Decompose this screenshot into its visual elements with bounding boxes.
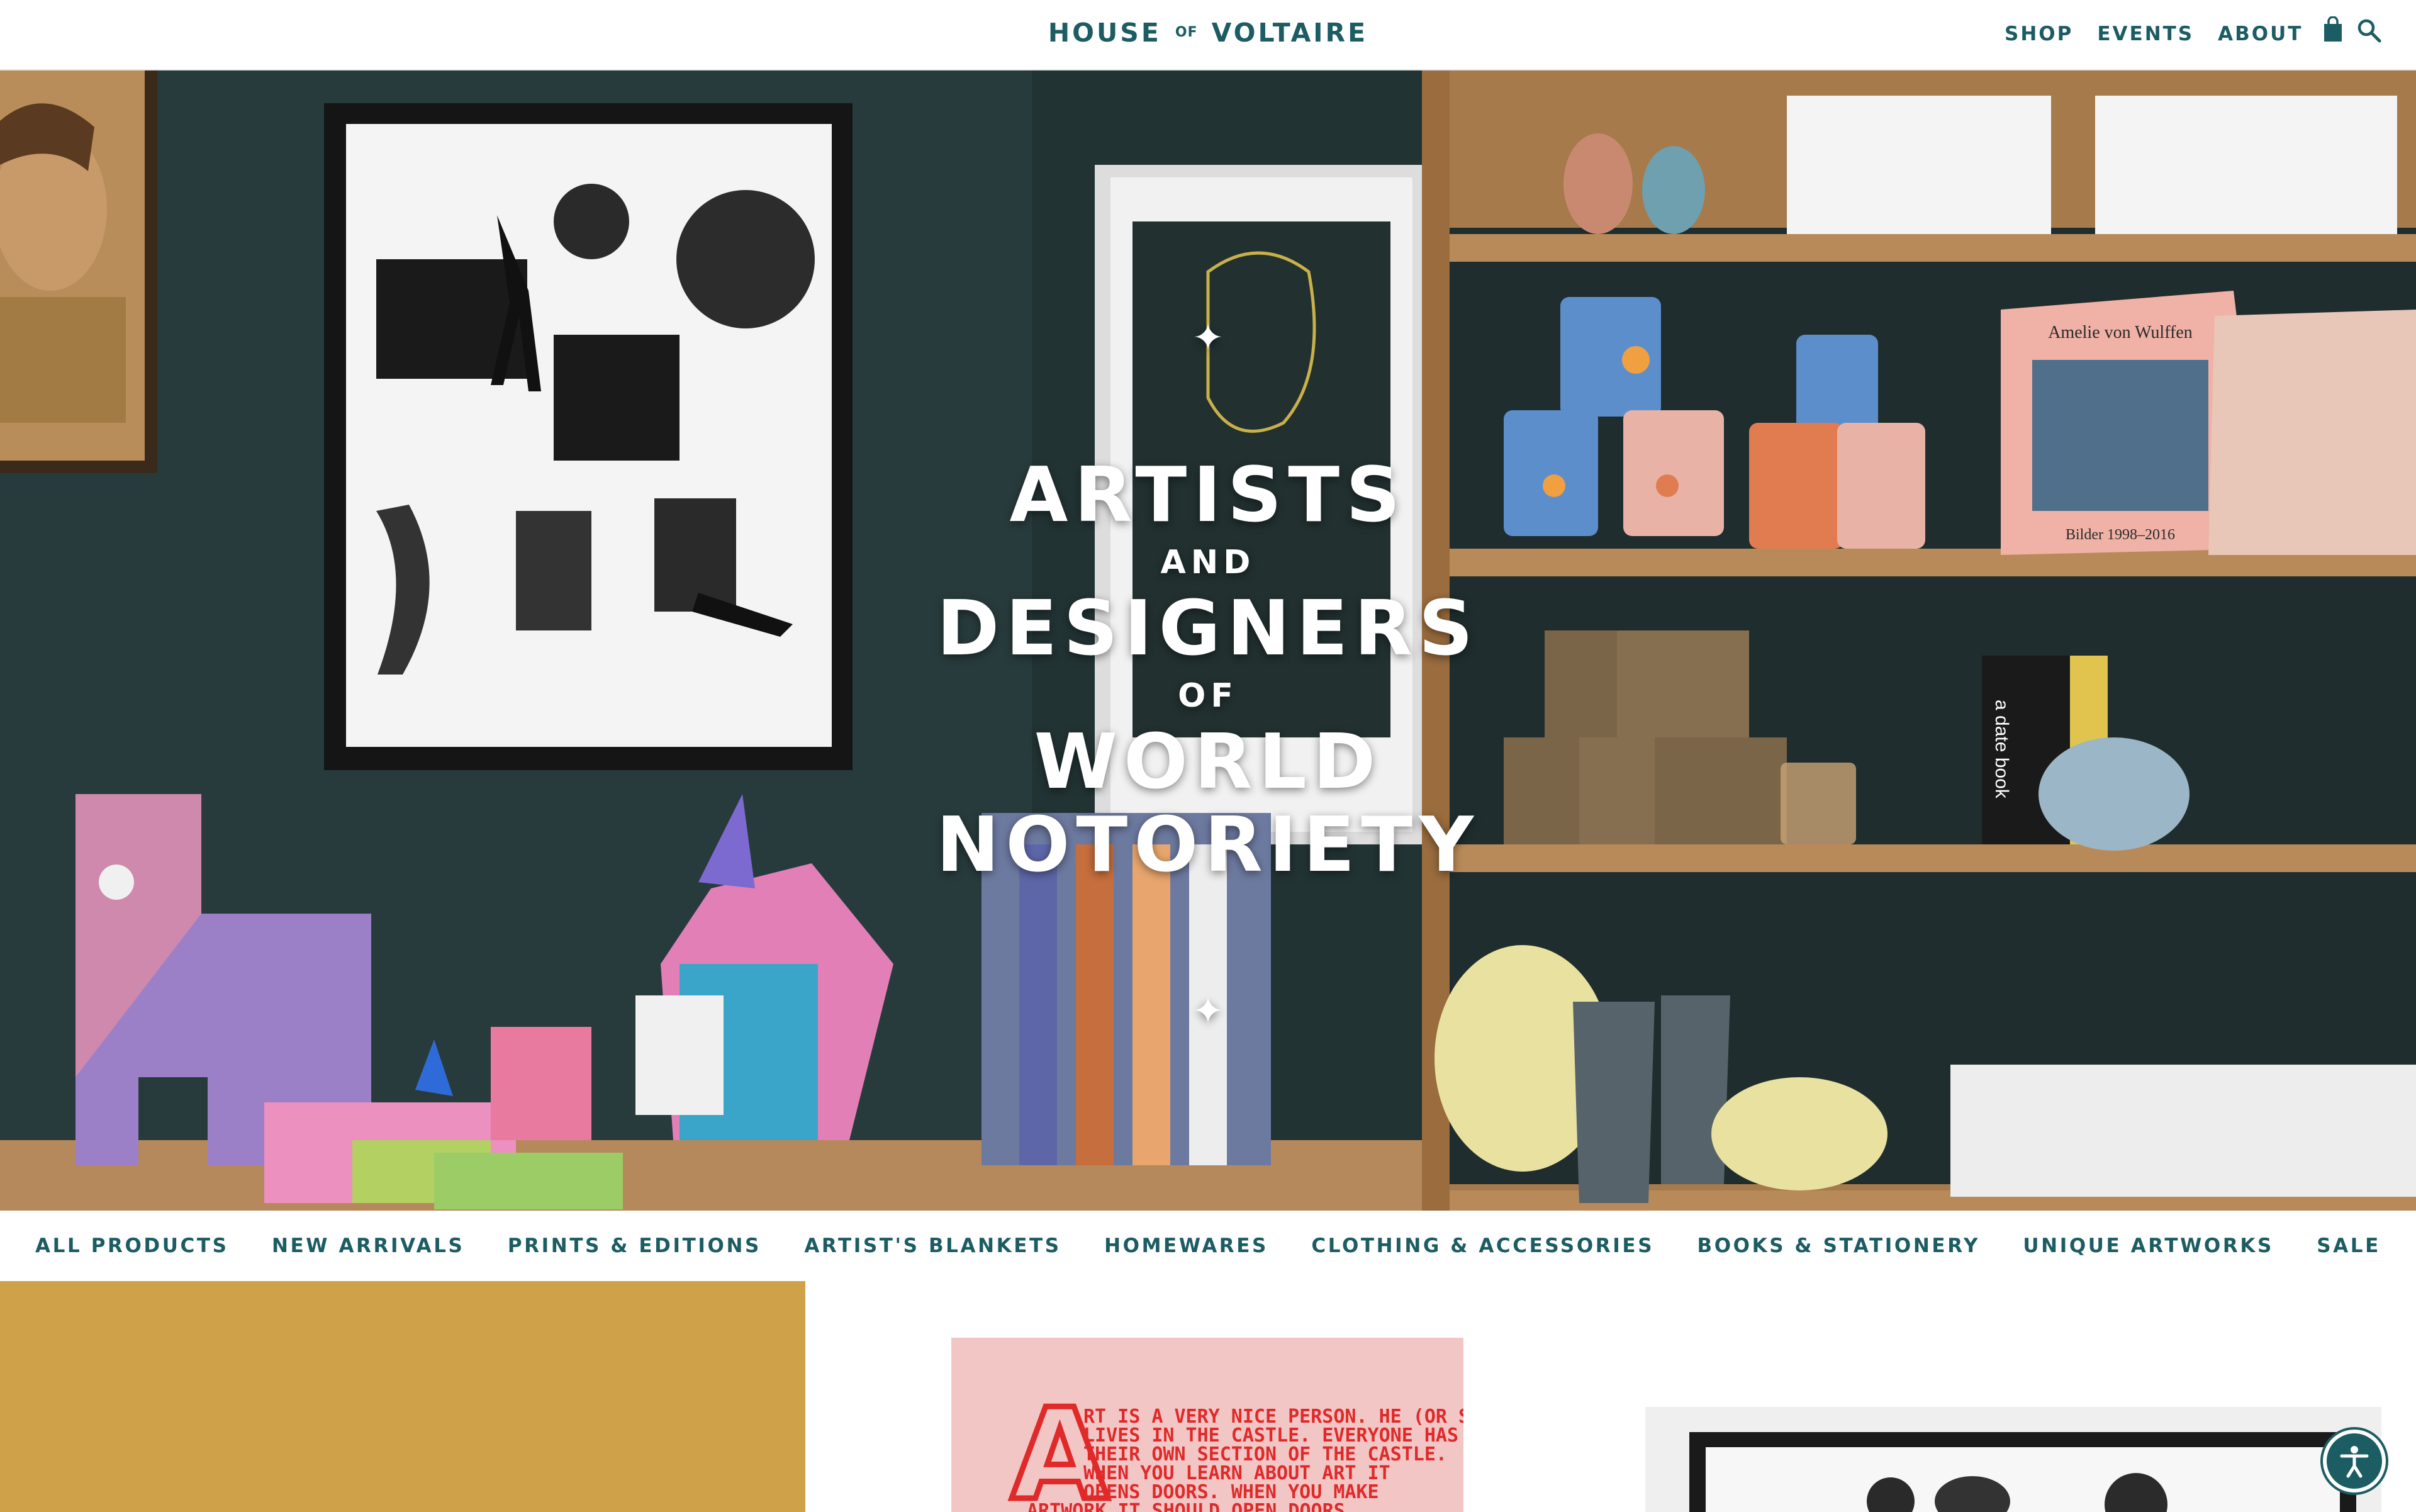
product-tile-mustard[interactable]: [0, 1281, 805, 1512]
tagline-of: OF: [1178, 677, 1238, 715]
category-homewares[interactable]: HOMEWARES: [1104, 1235, 1268, 1257]
book-author: Amelie von Wulffen: [2048, 323, 2193, 342]
spine-text: a date book: [1991, 700, 2012, 799]
category-new-arrivals[interactable]: NEW ARRIVALS: [272, 1235, 465, 1257]
category-books-stationery[interactable]: BOOKS & STATIONERY: [1697, 1235, 1980, 1257]
category-sale[interactable]: SALE: [2317, 1235, 2381, 1257]
accessibility-icon: [2340, 1446, 2369, 1478]
framed-print-artwork: [1645, 1407, 2381, 1512]
nav-about[interactable]: ABOUT: [2218, 23, 2303, 45]
product-tile-framed-print[interactable]: [1645, 1407, 2381, 1512]
tagline-designers: DESIGNERS: [936, 585, 1480, 673]
category-prints-editions[interactable]: PRINTS & EDITIONS: [508, 1235, 761, 1257]
logo-house: HOUSE: [1048, 18, 1161, 48]
category-unique-artworks[interactable]: UNIQUE ARTWORKS: [2023, 1235, 2274, 1257]
category-nav: ALL PRODUCTS NEW ARRIVALS PRINTS & EDITI…: [0, 1211, 2416, 1281]
book-subtitle: Bilder 1998–2016: [2066, 527, 2175, 543]
top-nav: SHOP EVENTS ABOUT: [2005, 23, 2303, 45]
hero-banner: Amelie von Wulffen Bilder 1998–2016 a da…: [0, 70, 2416, 1211]
print-line-6: ARTWORK IT SHOULD OPEN DOORS: [1027, 1500, 1345, 1512]
category-all-products[interactable]: ALL PRODUCTS: [35, 1235, 229, 1257]
tagline-world: WORLD: [1034, 719, 1382, 806]
product-tile-text-print[interactable]: A RT IS A VERY NICE PERSON. HE (OR SHE) …: [951, 1338, 1463, 1512]
category-clothing-accessories[interactable]: CLOTHING & ACCESSORIES: [1311, 1235, 1654, 1257]
hero-tagline: ✦ ARTISTS AND DESIGNERS OF WORLD NOTORIE…: [881, 310, 1535, 1052]
tagline-notoriety: NOTORIETY: [936, 802, 1480, 889]
tagline-artists: ARTISTS: [1009, 452, 1407, 539]
sparkle-top-icon: ✦: [1192, 316, 1224, 360]
logo-of: OF: [1175, 25, 1198, 40]
logo-voltaire: VOLTAIRE: [1211, 18, 1368, 48]
sparkle-bottom-icon: ✦: [1192, 989, 1224, 1033]
site-header: HOUSE OF VOLTAIRE SHOP EVENTS ABOUT: [0, 0, 2416, 70]
accessibility-button[interactable]: [2323, 1430, 2386, 1492]
shopping-bag-icon[interactable]: [2322, 16, 2344, 45]
tagline-and: AND: [1160, 544, 1256, 581]
category-artists-blankets[interactable]: ARTIST'S BLANKETS: [804, 1235, 1061, 1257]
text-print-artwork: A RT IS A VERY NICE PERSON. HE (OR SHE) …: [951, 1338, 1463, 1512]
nav-shop[interactable]: SHOP: [2005, 23, 2073, 45]
search-icon[interactable]: [2356, 18, 2381, 45]
nav-events[interactable]: EVENTS: [2097, 23, 2194, 45]
